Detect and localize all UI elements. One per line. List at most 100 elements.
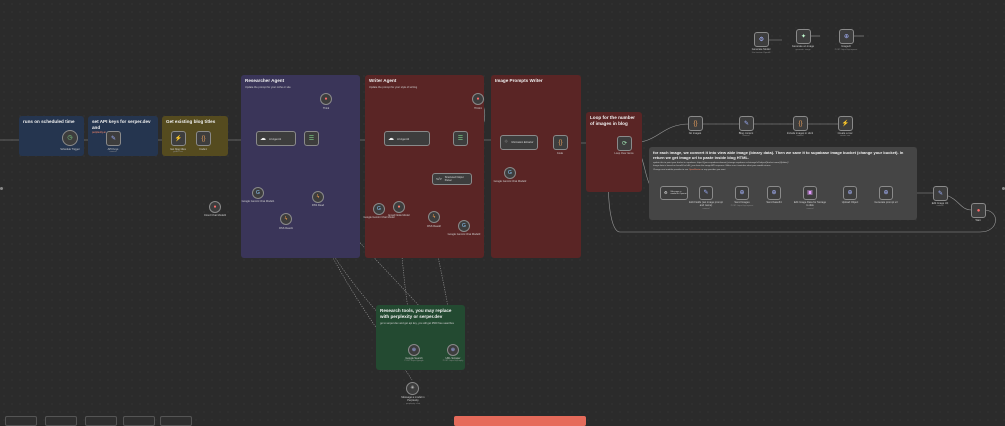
create-row-node[interactable]: ⚡	[838, 116, 853, 131]
message-model-node[interactable]: ⚙ Message a model in Openai	[660, 186, 688, 200]
generate-url-node[interactable]: ⊕	[879, 186, 893, 200]
rss2-label: RSS Read	[311, 204, 325, 207]
globe-icon: ⊕	[450, 346, 456, 353]
create-row-sub: create: row	[839, 135, 851, 137]
information-extractor-node[interactable]: ⁘ Information Extractor	[500, 135, 538, 150]
email-model-label: Email Node Model	[388, 214, 410, 217]
gemini1-node[interactable]: G	[252, 187, 264, 199]
tidy-up-button[interactable]	[160, 416, 192, 426]
floating-chat-node[interactable]: ●	[209, 201, 221, 213]
code-node[interactable]: {}	[553, 135, 568, 150]
rss-icon: ϟ	[316, 193, 320, 200]
send-images-sub: POST: https://api.openai	[730, 205, 754, 207]
loop-label: Loop Over Items	[614, 152, 634, 155]
loop-icon: ⟳	[621, 140, 628, 147]
sticky-researcher-sub: Update the prompt for your niche or site	[245, 86, 291, 89]
edit-image-data-node[interactable]: ▣	[803, 186, 817, 200]
braces-icon: {}	[693, 120, 698, 127]
edit-fields-node[interactable]: ✎	[699, 186, 713, 200]
sticky-apikeys-link[interactable]: perplexity.ai	[92, 131, 154, 134]
upload-object-node[interactable]: ⊕	[843, 186, 857, 200]
think1-label: Think1	[474, 107, 482, 110]
wait-label: Wait	[975, 219, 981, 222]
pencil-icon: ✎	[110, 135, 117, 142]
reset-zoom-button[interactable]	[123, 416, 155, 426]
zoom-to-fit-button[interactable]	[5, 416, 37, 426]
edit-image-url-node[interactable]: ✎	[933, 186, 948, 201]
imageai-node[interactable]: ⊕	[839, 29, 854, 44]
loop-node[interactable]: ⟳	[617, 136, 632, 151]
include-images-sub: manual	[796, 135, 804, 137]
rss1-node[interactable]: ϟ	[280, 213, 292, 225]
sticky-apikeys-title: set API keys for serper.dev and	[92, 119, 151, 130]
pencil-icon: ✎	[743, 120, 750, 127]
robot-icon: ☁	[388, 135, 394, 142]
rss2-node[interactable]: ϟ	[312, 191, 324, 203]
wait-node[interactable]: ●	[971, 203, 986, 218]
sticky-foreach-title: for each image, we convert it into view …	[653, 150, 904, 160]
ai-agent1-label: AI Agent1	[269, 136, 282, 141]
schedule-trigger-node[interactable]: ◷	[62, 130, 78, 146]
rss3-node[interactable]: ϟ	[428, 211, 440, 223]
openai-icon: ⚙	[758, 36, 765, 43]
sticky-foreach-sub3-text: Change next module provider to use	[653, 169, 689, 171]
email-model-node[interactable]: ●	[393, 201, 405, 213]
braces-icon: {}	[558, 139, 563, 146]
sparkle-icon: ✦	[800, 33, 807, 40]
stop2-node[interactable]: ●	[472, 93, 484, 105]
google-search-node[interactable]: ⊕	[408, 344, 420, 356]
stop1-node[interactable]: ●	[320, 93, 332, 105]
code-label: Code	[556, 152, 564, 155]
ai-agent1-node[interactable]: ☁ AI Agent1	[256, 131, 296, 146]
stop-icon: ●	[976, 207, 981, 214]
gemini3-node[interactable]: G	[458, 220, 470, 232]
send-base64-node[interactable]: ⊕	[767, 186, 781, 200]
send-images-node[interactable]: ⊕	[735, 186, 749, 200]
ai-agent2-node[interactable]: ☁ AI Agent2	[384, 131, 430, 146]
floating-chat-label: Cloud Chat Model2	[203, 214, 227, 217]
rss3-label: RSS Read2	[427, 225, 441, 228]
url-scraper-sub: POST: https://api.apify	[442, 360, 464, 362]
generate-image-node[interactable]: ✦	[796, 29, 811, 44]
sticky-researcher-agent[interactable]: Researcher Agent Update the prompt for y…	[241, 75, 360, 258]
get-rows-node[interactable]: ⚡	[171, 131, 186, 146]
gemini-icon: G	[256, 189, 260, 196]
left-edge-handle[interactable]	[0, 187, 3, 190]
sticky-writer-title: Writer Agent	[369, 78, 397, 83]
sticky-foreach-sub3-link[interactable]: OpenRouter	[689, 169, 701, 171]
structured-output-node[interactable]: </> Structured Output Parser	[432, 173, 472, 185]
blog-content-node[interactable]: ✎	[739, 116, 754, 131]
include-images-node[interactable]: {}	[793, 116, 808, 131]
think1-node[interactable]: ☰	[304, 131, 319, 146]
no-images-node[interactable]: {}	[688, 116, 703, 131]
think2-node[interactable]: ☰	[453, 131, 468, 146]
edit-image-url-sub: manual	[936, 205, 944, 207]
generate-model-node[interactable]: ⚙	[754, 32, 769, 47]
message-model-label: Message a model in Openai	[670, 191, 687, 195]
sticky-image-prompts[interactable]: Image Prompts Writer	[491, 75, 581, 258]
gemini4-node[interactable]: G	[504, 167, 516, 179]
code1-node[interactable]: {}	[196, 131, 211, 146]
sticky-writer-sub: Update the prompt for your style of writ…	[369, 86, 418, 89]
perplexity-node[interactable]: ✳	[406, 382, 419, 395]
gemini4-label: Google Gemini Chat Model2	[493, 180, 527, 183]
blog-content-sub: manual	[742, 135, 750, 137]
perplexity-label: Message a model in Perplexity	[401, 396, 425, 403]
zoom-out-button[interactable]	[85, 416, 117, 426]
edit-image-data-label: Edit Image Data for Storage to disk	[793, 201, 827, 208]
url-scraper-node[interactable]: ⊕	[447, 344, 459, 356]
sticky-imageprompts-title: Image Prompts Writer	[495, 78, 543, 83]
code1-label: Code1	[199, 148, 207, 151]
image-icon: ▣	[807, 190, 813, 196]
edit-fields-label: Edit Fields (set image prompt and name)	[689, 201, 723, 208]
sticky-existing-title: Get existing blog titles	[166, 119, 216, 124]
api-keys-node[interactable]: ✎	[106, 131, 121, 146]
zoom-in-button[interactable]	[45, 416, 77, 426]
globe-icon: ⊕	[411, 346, 417, 353]
gemini1-label: Google Gemini Chat Model1	[241, 200, 275, 203]
globe-icon: ⊕	[771, 190, 777, 196]
pencil-icon: ✎	[703, 190, 709, 196]
generate-image-sub: generate: image	[795, 49, 811, 51]
execute-workflow-button[interactable]	[454, 416, 586, 426]
list-icon: ☰	[457, 135, 464, 142]
